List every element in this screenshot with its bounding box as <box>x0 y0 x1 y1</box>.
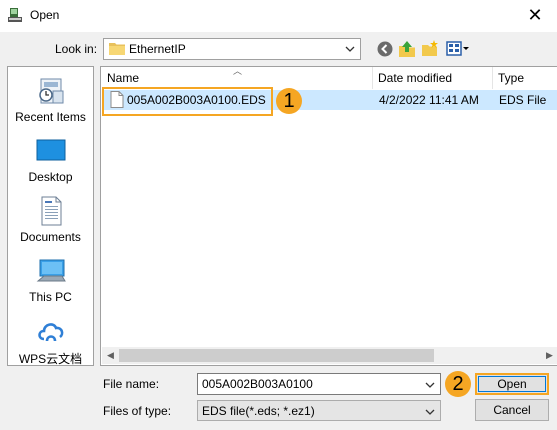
scroll-right-icon[interactable]: ▶ <box>541 347 557 364</box>
desktop-icon <box>36 139 65 161</box>
place-label: Recent Items <box>15 110 86 124</box>
chevron-down-icon <box>345 46 355 52</box>
window-title: Open <box>30 8 60 22</box>
chevron-down-icon <box>425 409 435 415</box>
new-folder-icon[interactable] <box>421 40 439 58</box>
view-menu-icon[interactable] <box>446 40 470 58</box>
folder-icon <box>109 43 125 55</box>
place-desktop[interactable]: Desktop <box>8 135 93 184</box>
app-icon <box>8 8 22 22</box>
file-type-label: Files of type: <box>103 404 172 418</box>
place-documents[interactable]: Documents <box>8 195 93 244</box>
up-folder-icon[interactable] <box>398 40 416 58</box>
back-icon[interactable] <box>376 40 394 58</box>
cancel-button[interactable]: Cancel <box>475 399 549 421</box>
column-header-label: Type <box>498 71 525 85</box>
open-button[interactable]: Open <box>475 373 549 395</box>
file-type: EDS File <box>499 93 547 107</box>
wps-cloud-icon <box>37 323 63 342</box>
horizontal-scrollbar[interactable]: ◀ ▶ <box>102 347 557 364</box>
scroll-left-icon[interactable]: ◀ <box>102 347 119 364</box>
this-pc-icon <box>36 259 66 282</box>
callout-badge: 2 <box>445 371 471 397</box>
scrollbar-thumb[interactable] <box>119 349 434 362</box>
place-wps-cloud[interactable]: WPS云文档 <box>8 315 93 367</box>
callout-badge: 1 <box>276 88 302 114</box>
chevron-down-icon[interactable] <box>424 379 436 391</box>
place-recent-items[interactable]: Recent Items <box>8 75 93 124</box>
close-button[interactable]: ✕ <box>513 0 557 32</box>
look-in-label: Look in: <box>55 42 98 56</box>
place-label: Documents <box>20 230 81 244</box>
column-header-label: Date modified <box>378 71 453 85</box>
place-label: WPS云文档 <box>18 352 83 366</box>
column-header-type[interactable]: Type <box>492 67 557 89</box>
file-name-value: 005A002B003A0100 <box>202 377 313 391</box>
callout-highlight-file <box>102 87 273 116</box>
column-header-date[interactable]: Date modified <box>372 67 492 89</box>
file-type-select[interactable]: EDS file(*.eds; *.ez1) <box>197 400 441 421</box>
column-header-label: Name <box>107 71 140 85</box>
look-in-value: EthernetIP <box>129 42 186 56</box>
cancel-button-label: Cancel <box>493 403 531 417</box>
file-type-value: EDS file(*.eds; *.ez1) <box>202 404 315 418</box>
place-this-pc[interactable]: This PC <box>8 255 93 304</box>
file-date: 4/2/2022 11:41 AM <box>379 93 479 107</box>
file-name-input[interactable]: 005A002B003A0100 <box>197 373 441 395</box>
column-header-name[interactable]: Name <box>101 67 372 89</box>
focus-ring <box>478 376 546 392</box>
recent-items-icon <box>38 78 63 104</box>
places-bar: Recent Items Desktop Documents This PC W… <box>7 66 94 366</box>
title-bar: Open ✕ <box>0 0 557 32</box>
file-name-label: File name: <box>103 377 160 391</box>
documents-icon <box>41 196 61 226</box>
place-label: This PC <box>29 290 72 304</box>
look-in-combo[interactable]: EthernetIP <box>103 38 361 60</box>
place-label: Desktop <box>28 170 73 184</box>
